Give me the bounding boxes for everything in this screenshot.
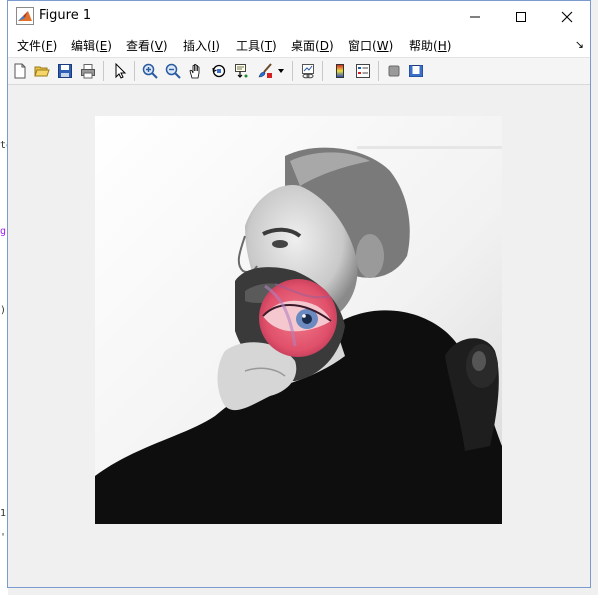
- colorbar-icon[interactable]: [330, 61, 350, 81]
- portrait-photo: [95, 116, 502, 524]
- minimize-button[interactable]: [452, 1, 498, 32]
- menu-bar: 文件(F) 编辑(E) 查看(V) 插入(I) 工具(T) 桌面(D) 窗口(W…: [8, 32, 590, 58]
- menu-insert[interactable]: 插入(I): [183, 37, 220, 54]
- maximize-icon: [516, 11, 526, 22]
- close-button[interactable]: [544, 1, 590, 32]
- data-cursor-icon[interactable]: [232, 61, 252, 81]
- open-folder-icon[interactable]: [32, 61, 52, 81]
- figure-canvas[interactable]: [8, 86, 590, 587]
- dropdown-arrow-icon[interactable]: [276, 61, 286, 81]
- toolbar-separator: [378, 61, 379, 81]
- figure-window: Figure 1 文件(F) 编辑(E) 查看(V) 插入(I) 工具(T) 桌…: [7, 0, 591, 588]
- close-icon: [561, 11, 573, 22]
- print-icon[interactable]: [78, 61, 98, 81]
- menu-overflow-icon[interactable]: ↘: [575, 38, 584, 51]
- background-text: ): [0, 305, 7, 316]
- brush-icon[interactable]: [255, 61, 275, 81]
- pan-hand-icon[interactable]: [186, 61, 206, 81]
- portrait-image[interactable]: [95, 116, 502, 524]
- pointer-arrow-icon[interactable]: [110, 61, 130, 81]
- show-plot-tools-icon[interactable]: [406, 61, 426, 81]
- menu-edit[interactable]: 编辑(E): [71, 37, 112, 54]
- toolbar-separator: [134, 61, 135, 81]
- maximize-button[interactable]: [498, 1, 544, 32]
- window-title: Figure 1: [39, 8, 92, 23]
- title-bar[interactable]: Figure 1: [8, 1, 590, 32]
- figure-toolbar: [8, 58, 590, 85]
- legend-icon[interactable]: [353, 61, 373, 81]
- menu-window[interactable]: 窗口(W): [348, 37, 393, 54]
- background-text: ': [0, 532, 7, 543]
- link-plot-icon[interactable]: [298, 61, 318, 81]
- zoom-out-icon[interactable]: [163, 61, 183, 81]
- menu-desktop[interactable]: 桌面(D): [291, 37, 334, 54]
- toolbar-separator: [292, 61, 293, 81]
- background-text: 1: [0, 508, 7, 519]
- menu-view[interactable]: 查看(V): [126, 37, 168, 54]
- save-icon[interactable]: [55, 61, 75, 81]
- rotate-3d-icon[interactable]: [209, 61, 229, 81]
- menu-tools[interactable]: 工具(T): [236, 37, 277, 54]
- zoom-in-icon[interactable]: [140, 61, 160, 81]
- menu-file[interactable]: 文件(F): [17, 37, 57, 54]
- matlab-logo-icon: [16, 7, 34, 25]
- toolbar-separator: [322, 61, 323, 81]
- toolbar-separator: [103, 61, 104, 81]
- minimize-icon: [470, 16, 480, 17]
- hide-plot-tools-icon[interactable]: [384, 61, 404, 81]
- new-figure-icon[interactable]: [10, 61, 30, 81]
- menu-help[interactable]: 帮助(H): [409, 37, 451, 54]
